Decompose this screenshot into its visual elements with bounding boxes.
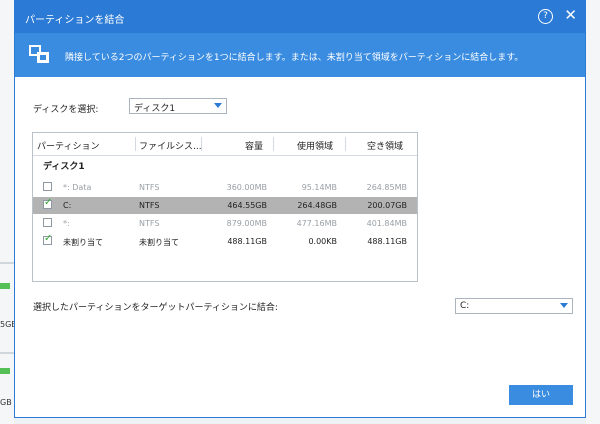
background-divider xyxy=(0,262,14,264)
column-header-partition[interactable]: パーティション xyxy=(37,139,99,152)
column-divider[interactable] xyxy=(201,137,202,151)
chevron-down-icon xyxy=(560,303,568,308)
title-bar: パーティションを結合 ? ✕ xyxy=(15,1,585,33)
cell-filesystem: NTFS xyxy=(139,183,160,192)
row-checkbox[interactable] xyxy=(43,182,52,191)
row-checkbox[interactable] xyxy=(43,197,52,209)
dialog-title: パーティションを結合 xyxy=(25,15,125,26)
table-row[interactable]: *: Data NTFS 360.00MB 95.14MB 264.85MB xyxy=(33,179,417,196)
column-header-used[interactable]: 使用領域 xyxy=(297,139,333,152)
disk-group-label: ディスク1 xyxy=(43,162,85,172)
disk-select-value: ディスク1 xyxy=(134,104,176,114)
column-divider[interactable] xyxy=(135,137,136,151)
background-divider xyxy=(0,352,14,354)
cell-partition: 未割り当て xyxy=(63,238,103,247)
cell-partition: *: xyxy=(63,219,70,228)
cell-free: 264.85MB xyxy=(366,183,407,192)
background-usage-bar xyxy=(0,283,10,289)
background-usage-bar xyxy=(0,368,10,374)
cell-free: 200.07GB xyxy=(367,201,407,210)
column-header-free[interactable]: 空き領域 xyxy=(367,139,403,152)
cell-partition: *: Data xyxy=(63,183,92,192)
merge-partitions-icon xyxy=(29,45,49,63)
target-partition-label: 選択したパーティションをターゲットパーティションに結合: xyxy=(33,303,278,313)
disk-select-label: ディスクを選択: xyxy=(33,105,99,115)
banner-message: 隣接している2つのパーティションを1つに結合します。または、未割り当て領域をパー… xyxy=(65,53,524,63)
column-divider[interactable] xyxy=(273,137,274,151)
background-app-right xyxy=(586,0,600,424)
background-app-left xyxy=(0,0,14,424)
close-icon[interactable]: ✕ xyxy=(564,7,577,23)
cell-capacity: 488.11GB xyxy=(227,237,267,246)
cell-free: 401.84MB xyxy=(366,219,407,228)
cell-capacity: 360.00MB xyxy=(226,183,267,192)
cell-used: 95.14MB xyxy=(301,183,337,192)
info-banner: 隣接している2つのパーティションを1つに結合します。または、未割り当て領域をパー… xyxy=(15,33,585,77)
background-size-label: GB xyxy=(0,398,12,407)
disk-select[interactable]: ディスク1 xyxy=(129,98,227,114)
row-checkbox[interactable] xyxy=(43,233,52,245)
cell-filesystem: NTFS xyxy=(139,219,160,228)
cell-used: 477.16MB xyxy=(296,219,337,228)
cell-partition: C: xyxy=(63,201,72,210)
table-header: パーティション ファイルシス... 容量 使用領域 空き領域 xyxy=(33,133,417,156)
row-checkbox[interactable] xyxy=(43,218,52,227)
cell-capacity: 879.00MB xyxy=(226,219,267,228)
cell-filesystem: NTFS xyxy=(139,201,160,210)
cell-used: 0.00KB xyxy=(308,237,337,246)
merge-partition-dialog: パーティションを結合 ? ✕ 隣接している2つのパーティションを1つに結合します… xyxy=(14,0,586,418)
cell-filesystem: 未割り当て xyxy=(139,238,179,247)
table-row[interactable]: C: NTFS 464.55GB 264.48GB 200.07GB xyxy=(33,197,417,214)
table-row[interactable]: 未割り当て 未割り当て 488.11GB 0.00KB 488.11GB xyxy=(33,233,417,250)
partition-table: パーティション ファイルシス... 容量 使用領域 空き領域 ディスク1 *: … xyxy=(32,132,418,282)
chevron-down-icon xyxy=(214,103,222,108)
column-header-filesystem[interactable]: ファイルシス... xyxy=(139,139,202,152)
target-partition-select[interactable]: C: xyxy=(455,298,573,314)
cell-capacity: 464.55GB xyxy=(227,201,267,210)
column-header-capacity[interactable]: 容量 xyxy=(245,139,263,152)
cell-used: 264.48GB xyxy=(297,201,337,210)
column-divider[interactable] xyxy=(345,137,346,151)
cell-free: 488.11GB xyxy=(367,237,407,246)
ok-button[interactable]: はい xyxy=(509,385,573,405)
table-row[interactable]: *: NTFS 879.00MB 477.16MB 401.84MB xyxy=(33,215,417,232)
target-partition-value: C: xyxy=(460,301,470,311)
help-icon[interactable]: ? xyxy=(538,9,553,24)
